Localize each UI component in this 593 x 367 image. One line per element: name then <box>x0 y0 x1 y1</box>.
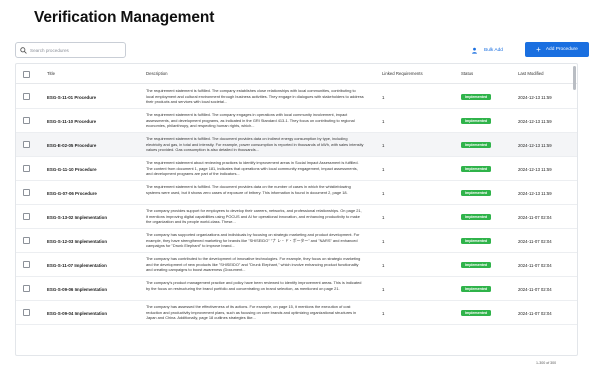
search-box[interactable] <box>15 42 126 58</box>
page-title: Verification Management <box>34 9 215 26</box>
row-checkbox[interactable] <box>23 309 30 316</box>
table-row[interactable]: ESG-S-13-02 Implementation The company p… <box>16 205 577 229</box>
table-header: Title Description Linked Requirements St… <box>16 64 577 84</box>
row-last-modified: 2024-12-13 11:59 <box>518 167 552 172</box>
column-description[interactable]: Description <box>146 71 168 76</box>
row-description: The company's product management practic… <box>146 280 362 291</box>
status-badge: Implemented <box>461 262 492 268</box>
row-description: The requirement statement about reviewin… <box>146 160 359 176</box>
status-badge: Implemented <box>461 166 492 172</box>
bulk-add-button[interactable]: Bulk Add <box>471 44 503 56</box>
row-description: The company has contributed to the devel… <box>146 256 361 272</box>
row-linked-count: 1 <box>382 119 385 124</box>
row-title[interactable]: ESG-S-12-03 Implementation <box>47 239 107 244</box>
table-row[interactable]: ESG-S-11-07 Implementation The company h… <box>16 253 577 277</box>
status-badge: Implemented <box>461 286 492 292</box>
row-last-modified: 2024-12-13 11:59 <box>518 95 552 100</box>
row-linked-count: 1 <box>382 95 385 100</box>
row-last-modified: 2024-12-13 11:59 <box>518 191 552 196</box>
status-badge: Implemented <box>461 214 492 220</box>
status-badge: Implemented <box>461 94 492 100</box>
column-last-modified[interactable]: Last Modified <box>518 71 544 76</box>
row-checkbox[interactable] <box>23 237 30 244</box>
row-title[interactable]: ESG-G-11-10 Procedure <box>47 167 97 172</box>
row-last-modified: 2024-11-07 02:04 <box>518 263 552 268</box>
row-checkbox[interactable] <box>23 141 30 148</box>
row-title[interactable]: ESG-S-09-06 Implementation <box>47 287 107 292</box>
upload-person-icon <box>472 47 477 54</box>
table-row[interactable]: ESG-S-09-04 Implementation The company h… <box>16 301 577 325</box>
add-procedure-label: Add Procedure <box>545 47 578 52</box>
search-input[interactable] <box>30 47 125 53</box>
toolbar: Bulk Add + Add Procedure <box>15 42 589 58</box>
row-linked-count: 1 <box>382 191 385 196</box>
table-row[interactable]: ESG-E-02-05 Procedure The requirement st… <box>16 133 577 157</box>
row-last-modified: 2024-11-07 02:04 <box>518 239 552 244</box>
table-row[interactable]: ESG-S-09-06 Implementation The company's… <box>16 277 577 301</box>
row-checkbox[interactable] <box>23 261 30 268</box>
row-title[interactable]: ESG-S-11-07 Implementation <box>47 263 107 268</box>
row-title[interactable]: ESG-G-07-06 Procedure <box>47 191 97 196</box>
row-description: The company has supported organizations … <box>146 232 360 248</box>
row-linked-count: 1 <box>382 143 385 148</box>
row-description: The requirement statement is fulfilled. … <box>146 136 364 152</box>
row-title[interactable]: ESG-S-11-10 Procedure <box>47 119 96 124</box>
row-description: The requirement statement is fulfilled. … <box>146 88 364 104</box>
row-last-modified: 2024-12-13 11:59 <box>518 143 552 148</box>
row-title[interactable]: ESG-S-11-01 Procedure <box>47 95 96 100</box>
table-row[interactable]: ESG-S-11-10 Procedure The requirement st… <box>16 109 577 133</box>
row-checkbox[interactable] <box>23 165 30 172</box>
pagination-info: 1-300 of 300 <box>536 361 557 365</box>
row-title[interactable]: ESG-E-02-05 Procedure <box>47 143 96 148</box>
row-last-modified: 2024-12-13 11:59 <box>518 119 552 124</box>
row-checkbox[interactable] <box>23 213 30 220</box>
status-badge: Implemented <box>461 142 492 148</box>
row-linked-count: 1 <box>382 215 385 220</box>
status-badge: Implemented <box>461 238 492 244</box>
row-description: The requirement statement is fulfilled. … <box>146 112 355 128</box>
row-checkbox[interactable] <box>23 285 30 292</box>
row-last-modified: 2024-11-07 02:04 <box>518 215 552 220</box>
table-scrollbar[interactable] <box>573 66 576 90</box>
row-checkbox[interactable] <box>23 189 30 196</box>
table-row[interactable]: ESG-S-12-03 Implementation The company h… <box>16 229 577 253</box>
row-description: The company has assessed the effectivene… <box>146 304 357 320</box>
row-title[interactable]: ESG-S-09-04 Implementation <box>47 311 107 316</box>
procedures-table: Title Description Linked Requirements St… <box>15 63 578 356</box>
row-checkbox[interactable] <box>23 117 30 124</box>
row-linked-count: 1 <box>382 167 385 172</box>
select-all-checkbox[interactable] <box>23 71 30 78</box>
column-linked-requirements[interactable]: Linked Requirements <box>382 71 423 76</box>
row-linked-count: 1 <box>382 263 385 268</box>
row-last-modified: 2024-11-07 02:04 <box>518 311 552 316</box>
row-description: The requirement statement is fulfilled. … <box>146 184 351 195</box>
status-badge: Implemented <box>461 118 492 124</box>
table-row[interactable]: ESG-G-07-06 Procedure The requirement st… <box>16 181 577 205</box>
status-badge: Implemented <box>461 310 492 316</box>
row-description: The company provides support for employe… <box>146 208 362 224</box>
row-title[interactable]: ESG-S-13-02 Implementation <box>47 215 107 220</box>
plus-icon: + <box>536 44 541 54</box>
column-title[interactable]: Title <box>47 71 55 76</box>
status-badge: Implemented <box>461 190 492 196</box>
row-linked-count: 1 <box>382 239 385 244</box>
bulk-add-label: Bulk Add <box>484 47 503 53</box>
search-icon <box>20 46 27 54</box>
row-linked-count: 1 <box>382 287 385 292</box>
row-checkbox[interactable] <box>23 93 30 100</box>
table-row[interactable]: ESG-G-11-10 Procedure The requirement st… <box>16 157 577 181</box>
column-status[interactable]: Status <box>461 71 473 76</box>
row-linked-count: 1 <box>382 311 385 316</box>
add-procedure-button[interactable]: + Add Procedure <box>525 42 589 57</box>
table-row[interactable]: ESG-S-11-01 Procedure The requirement st… <box>16 85 577 109</box>
row-last-modified: 2024-11-07 02:04 <box>518 287 552 292</box>
